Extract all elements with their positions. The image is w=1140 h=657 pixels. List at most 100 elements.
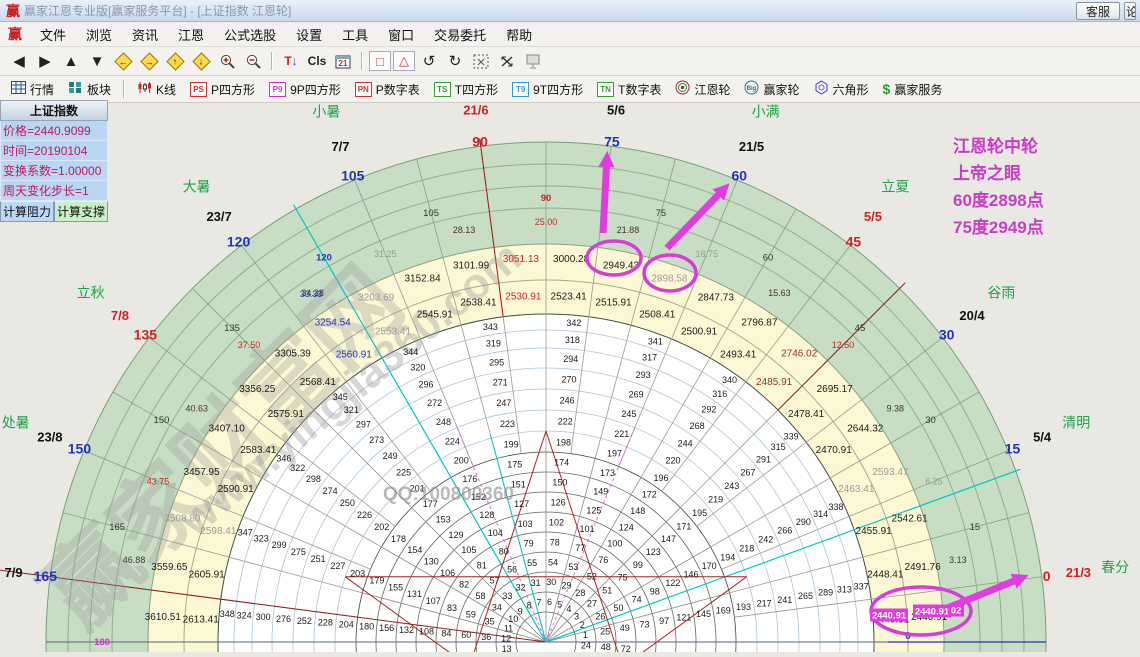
mdi-child-icon: 赢 xyxy=(0,24,30,44)
marquee-icon[interactable] xyxy=(469,50,493,72)
calendar-icon[interactable]: 21 xyxy=(331,50,355,72)
svg-text:13: 13 xyxy=(502,644,512,652)
svg-text:123: 123 xyxy=(646,547,661,557)
step-down-icon[interactable]: ↓ xyxy=(189,50,213,72)
zoom-out-icon[interactable] xyxy=(241,50,265,72)
up-icon[interactable]: ▲ xyxy=(59,50,83,72)
down-icon[interactable]: ▼ xyxy=(85,50,109,72)
module-t-square[interactable]: TST四方形 xyxy=(427,78,505,100)
svg-text:51: 51 xyxy=(602,586,612,596)
t-down-icon[interactable]: T↓ xyxy=(279,50,303,72)
svg-text:153: 153 xyxy=(436,514,451,524)
svg-text:340: 340 xyxy=(722,375,737,385)
svg-text:2500.91: 2500.91 xyxy=(681,327,718,338)
board-icon[interactable] xyxy=(521,50,545,72)
app-logo-icon: 赢 xyxy=(6,1,20,21)
module-hexagon[interactable]: 六角形 xyxy=(807,78,876,100)
module-winner-wheel[interactable]: Big赢家轮 xyxy=(737,78,806,100)
svg-text:298: 298 xyxy=(306,474,321,484)
module-p9-square[interactable]: P99P四方形 xyxy=(262,78,348,100)
svg-text:1: 1 xyxy=(583,630,588,640)
svg-text:18.75: 18.75 xyxy=(695,249,718,259)
menu-工具[interactable]: 工具 xyxy=(332,22,378,47)
menu-帮助[interactable]: 帮助 xyxy=(496,22,542,47)
svg-text:132: 132 xyxy=(399,625,414,635)
module-quotes[interactable]: 行情 xyxy=(4,78,61,100)
winner-service-icon: $ xyxy=(883,81,891,97)
svg-text:2440.91: 2440.91 xyxy=(872,611,907,622)
module-label: 9T四方形 xyxy=(533,81,583,98)
module-t9-square[interactable]: T99T四方形 xyxy=(505,78,590,100)
instrument-title: 上证指数 xyxy=(0,100,108,121)
step-left-icon[interactable]: ← xyxy=(111,50,135,72)
zoom-in-icon[interactable] xyxy=(215,50,239,72)
rotate-cw-icon[interactable]: ↻ xyxy=(443,50,467,72)
module-t-table[interactable]: TNT数字表 xyxy=(590,78,668,100)
svg-text:2448.41: 2448.41 xyxy=(867,569,904,580)
collapse-icon[interactable] xyxy=(495,50,519,72)
module-gann-wheel[interactable]: 江恩轮 xyxy=(668,78,737,100)
menu-浏览[interactable]: 浏览 xyxy=(76,22,122,47)
panel-field-0[interactable]: 价格=2440.9099 xyxy=(0,121,108,141)
cls-icon[interactable]: Cls xyxy=(305,50,329,72)
svg-text:268: 268 xyxy=(690,421,705,431)
svg-text:171: 171 xyxy=(676,521,691,531)
svg-text:249: 249 xyxy=(383,451,398,461)
step-right-icon[interactable]: → xyxy=(137,50,161,72)
menu-文件[interactable]: 文件 xyxy=(30,22,76,47)
svg-text:2613.41: 2613.41 xyxy=(183,614,220,625)
svg-text:316: 316 xyxy=(712,389,727,399)
menu-设置[interactable]: 设置 xyxy=(286,22,332,47)
calc-resistance-button[interactable]: 计算阻力 xyxy=(0,201,54,222)
svg-text:165: 165 xyxy=(109,522,125,533)
svg-text:31.25: 31.25 xyxy=(374,249,397,259)
module-p-square[interactable]: PSP四方形 xyxy=(183,78,262,100)
menu-交易委托[interactable]: 交易委托 xyxy=(424,22,496,47)
svg-text:321: 321 xyxy=(344,405,359,415)
svg-text:7/7: 7/7 xyxy=(331,139,349,154)
svg-text:339: 339 xyxy=(784,431,799,441)
svg-text:3254.54: 3254.54 xyxy=(315,318,352,329)
menu-窗口[interactable]: 窗口 xyxy=(378,22,424,47)
menu-公式选股[interactable]: 公式选股 xyxy=(214,22,286,47)
panel-field-1[interactable]: 时间=20190104 xyxy=(0,141,108,161)
svg-text:21.88: 21.88 xyxy=(617,225,640,235)
svg-text:222: 222 xyxy=(558,416,573,426)
panel-field-3[interactable]: 周天变化步长=1 xyxy=(0,181,108,201)
step-up-icon[interactable]: ↑ xyxy=(163,50,187,72)
svg-text:179: 179 xyxy=(369,575,384,585)
svg-text:4: 4 xyxy=(566,604,571,614)
svg-text:293: 293 xyxy=(636,370,651,380)
menu-江恩[interactable]: 江恩 xyxy=(168,22,214,47)
triangle-tool-icon[interactable]: △ xyxy=(393,51,415,71)
svg-text:343: 343 xyxy=(483,322,498,332)
next-icon[interactable]: ▶ xyxy=(33,50,57,72)
svg-text:129: 129 xyxy=(448,530,463,540)
svg-text:100: 100 xyxy=(607,539,622,549)
svg-text:148: 148 xyxy=(630,506,645,516)
svg-text:立夏: 立夏 xyxy=(881,179,909,195)
module-p-table[interactable]: PNP数字表 xyxy=(348,78,427,100)
module-label: 9P四方形 xyxy=(290,81,341,98)
svg-text:322: 322 xyxy=(290,463,305,473)
menu-资讯[interactable]: 资讯 xyxy=(122,22,168,47)
partial-forum-button[interactable]: 论 xyxy=(1124,2,1136,20)
calc-support-button[interactable]: 计算支撑 xyxy=(54,201,108,222)
svg-text:2463.41: 2463.41 xyxy=(838,484,875,495)
customer-service-button[interactable]: 客服 xyxy=(1076,2,1120,20)
svg-text:60: 60 xyxy=(731,167,747,183)
square-tool-icon[interactable]: □ xyxy=(369,51,391,71)
svg-text:224: 224 xyxy=(445,436,460,446)
module-sectors[interactable]: 板块 xyxy=(61,78,118,100)
rotate-ccw-icon[interactable]: ↺ xyxy=(417,50,441,72)
svg-text:196: 196 xyxy=(653,473,668,483)
hexagon-icon xyxy=(814,80,829,98)
svg-text:299: 299 xyxy=(272,540,287,550)
panel-field-2[interactable]: 变换系数=1.00000 xyxy=(0,161,108,181)
svg-text:323: 323 xyxy=(254,533,269,543)
prev-icon[interactable]: ◀ xyxy=(7,50,31,72)
module-winner-service[interactable]: $赢家服务 xyxy=(876,78,950,100)
svg-text:221: 221 xyxy=(614,429,629,439)
module-kline[interactable]: K线 xyxy=(130,78,183,100)
svg-text:131: 131 xyxy=(407,589,422,599)
